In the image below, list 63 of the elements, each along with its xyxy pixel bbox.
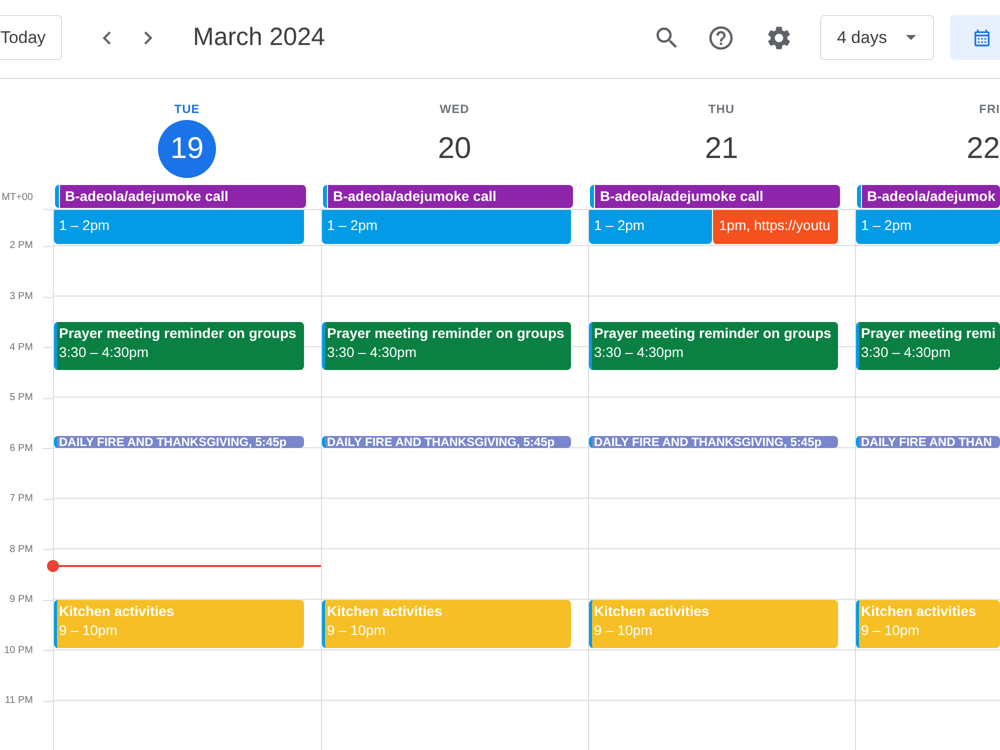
calendar-view-button[interactable] [950,15,1000,60]
day-name: WED [440,101,470,117]
calendar-icon [972,28,992,48]
day-number[interactable]: 22 [966,120,1000,178]
event-title: Kitchen activities [594,602,710,621]
event-block[interactable]: 1 – 2pm [54,210,304,244]
hour-label: 8 PM [10,544,33,555]
event-block[interactable]: 1pm, https://youtu [712,210,838,244]
event-time: 1 – 2pm [59,216,110,236]
help-icon [707,24,735,52]
event-time: 3:30 – 4:30pm [861,342,951,362]
month-title: March 2024 [193,23,326,52]
event-block[interactable]: DAILY FIRE AND THAN [856,436,1000,448]
event-title: Prayer meeting reminder on groups [327,324,564,343]
day-number[interactable]: 20 [438,120,472,178]
day-number[interactable]: 21 [704,120,738,178]
event-time: 1pm, https://youtu [719,216,830,236]
event-time: 1 – 2pm [327,216,378,236]
hour-label: 6 PM [10,442,33,454]
event-block[interactable]: DAILY FIRE AND THANKSGIVING, 5:45p [322,436,571,448]
hour-label: 7 PM [10,493,33,504]
hour-label: 2 PM [10,240,33,252]
hour-label: 4 PM [10,342,33,353]
all-day-event[interactable]: B-adeola/adejumok [857,185,1000,208]
event-title: Prayer meeting reminder on groups [594,324,832,343]
event-block[interactable]: 1 – 2pm [856,210,1000,244]
event-title: Kitchen activities [59,602,174,621]
event-time: 3:30 – 4:30pm [594,342,684,362]
caret-icon [906,35,916,40]
event-title: Prayer meeting remi [861,324,996,343]
event-block[interactable]: DAILY FIRE AND THANKSGIVING, 5:45p [589,436,838,448]
all-day-event[interactable]: B-adeola/adejumoke call [590,185,840,208]
event-title: Kitchen activities [327,602,442,621]
event-block[interactable]: Prayer meeting remi 3:30 – 4:30pm [856,322,1000,370]
event-time: 9 – 10pm [861,620,920,640]
day-name: FRI [979,101,1000,117]
event-time: 3:30 – 4:30pm [327,342,417,362]
hour-label: 9 PM [10,594,33,606]
today-button[interactable]: Today [0,15,62,60]
event-title: Kitchen activities [861,602,976,621]
event-block[interactable]: Prayer meeting reminder on groups 3:30 – 4:30pm [54,322,304,370]
event-time: 3:30 – 4:30pm [59,342,149,362]
hour-label: 3 PM [10,291,33,302]
day-name: THU [708,101,735,117]
hour-label: 5 PM [10,392,33,404]
day-number[interactable]: 19 [158,120,216,178]
hour-label: 11 PM [4,695,33,706]
event-time: 9 – 10pm [59,620,118,640]
view-select[interactable]: 4 days [820,15,934,60]
all-day-event[interactable]: B-adeola/adejumoke call [55,185,306,208]
event-time: 9 – 10pm [594,620,652,640]
hour-label: 10 PM [4,644,33,656]
event-block[interactable]: 1 – 2pm [322,210,571,244]
event-time: 1 – 2pm [594,216,645,236]
event-time: 9 – 10pm [327,620,386,640]
timezone-label: MT+00 [2,192,34,202]
event-block[interactable]: DAILY FIRE AND THANKSGIVING, 5:45p [54,436,304,448]
day-name: TUE [174,101,200,117]
event-block[interactable]: Prayer meeting reminder on groups 3:30 – 4:30pm [589,322,838,370]
event-title: Prayer meeting reminder on groups [59,324,296,343]
event-block[interactable]: Prayer meeting reminder on groups 3:30 – 4:30pm [322,322,571,370]
event-time: 1 – 2pm [861,216,912,236]
event-block[interactable]: 1 – 2pm [589,210,712,244]
